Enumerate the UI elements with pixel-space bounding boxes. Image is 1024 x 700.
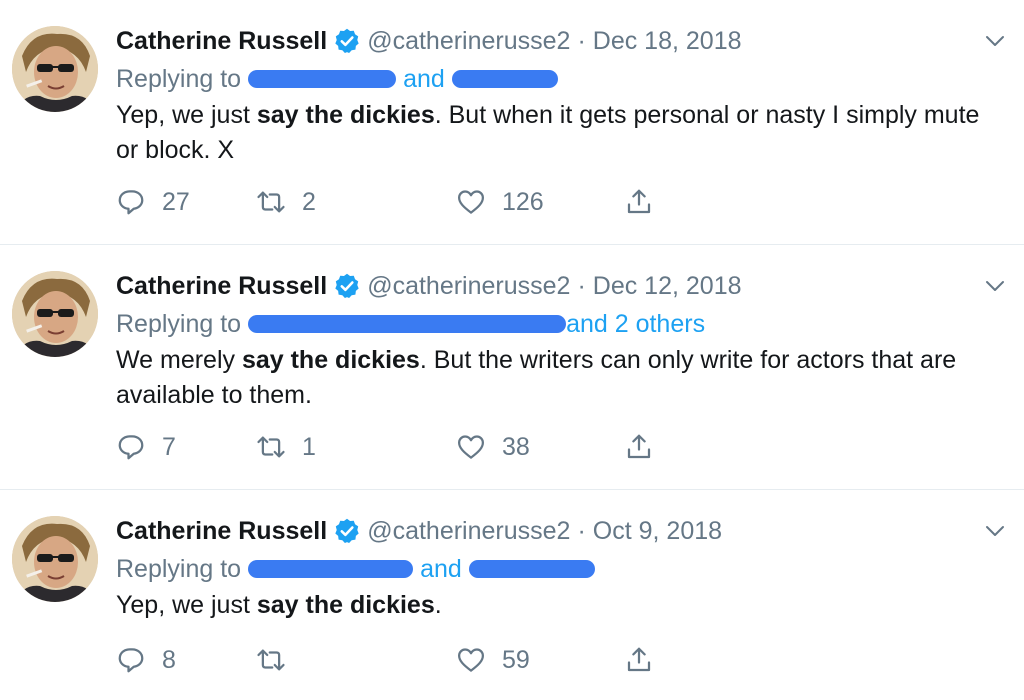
share-icon [627, 434, 651, 459]
reply-icon [118, 648, 144, 673]
tweet-actions: 27 2 126 [116, 184, 676, 220]
user-handle[interactable]: @catherinerusse2 [367, 27, 570, 56]
heart-icon [458, 190, 484, 214]
heart-icon [458, 648, 484, 672]
tweet[interactable]: Catherine Russell @catherinerusse2 · Oct… [0, 490, 1024, 700]
verified-badge-icon [333, 272, 361, 300]
reply-button[interactable]: 8 [116, 642, 176, 678]
replying-to-line: Replying to and [116, 62, 558, 96]
reply-button[interactable]: 27 [116, 184, 190, 220]
redacted-mention[interactable] [248, 560, 414, 578]
share-button[interactable] [624, 429, 654, 465]
like-count: 59 [502, 645, 530, 674]
tweet-timeline: Catherine Russell @catherinerusse2 · Dec… [0, 0, 1024, 700]
tweet-actions: 8 59 [116, 642, 676, 678]
display-name[interactable]: Catherine Russell [116, 517, 327, 546]
tweet-date[interactable]: Dec 12, 2018 [593, 272, 742, 301]
reply-button[interactable]: 7 [116, 429, 176, 465]
user-handle[interactable]: @catherinerusse2 [367, 272, 570, 301]
tweet-text-part: We merely [116, 346, 242, 374]
replying-to-label: Replying to [116, 309, 242, 338]
share-button[interactable] [624, 642, 654, 678]
display-name[interactable]: Catherine Russell [116, 27, 327, 56]
reply-count: 27 [162, 187, 190, 216]
separator-dot: · [577, 26, 586, 55]
reply-icon [118, 435, 144, 460]
like-button[interactable]: 126 [456, 184, 544, 220]
replying-to-label: Replying to [116, 64, 242, 93]
share-icon [627, 189, 651, 214]
tweet-date[interactable]: Oct 9, 2018 [593, 517, 722, 546]
tweet-text-part: Yep, we just [116, 101, 257, 129]
replying-to-label: Replying to [116, 554, 242, 583]
avatar[interactable] [12, 26, 98, 112]
replying-to-others[interactable]: and 2 others [566, 310, 705, 339]
replying-to-joiner: and [403, 64, 445, 93]
heart-icon [458, 435, 484, 459]
verified-badge-icon [333, 517, 361, 545]
retweet-count: 1 [302, 432, 316, 461]
replying-to-line: Replying to and [116, 552, 595, 586]
retweet-icon [257, 191, 285, 213]
like-count: 126 [502, 187, 544, 216]
like-count: 38 [502, 432, 530, 461]
tweet-text: We merely say the dickies. But the write… [116, 343, 996, 413]
tweet-text-part: Yep, we just [116, 591, 257, 619]
tweet-actions: 7 1 38 [116, 429, 676, 465]
redacted-mention[interactable] [248, 315, 567, 333]
display-name[interactable]: Catherine Russell [116, 272, 327, 301]
redacted-mention[interactable] [451, 70, 558, 88]
avatar-image [12, 26, 98, 112]
separator-dot: · [577, 271, 586, 300]
tweet-date[interactable]: Dec 18, 2018 [593, 27, 742, 56]
like-button[interactable]: 38 [456, 429, 530, 465]
tweet-text-highlight: say the dickies [256, 101, 435, 129]
verified-badge-icon [333, 27, 361, 55]
retweet-icon [257, 436, 285, 458]
tweet-text-highlight: say the dickies [256, 591, 435, 619]
retweet-icon [257, 649, 285, 671]
retweet-button[interactable]: 2 [256, 184, 316, 220]
tweet-text-part: . [434, 591, 442, 619]
avatar[interactable] [12, 516, 98, 602]
share-icon [627, 647, 651, 672]
avatar[interactable] [12, 271, 98, 357]
chevron-down-icon[interactable] [984, 275, 1006, 297]
retweet-button[interactable]: 1 [256, 429, 316, 465]
chevron-down-icon[interactable] [984, 30, 1006, 52]
retweet-count: 2 [302, 187, 316, 216]
tweet-text: Yep, we just say the dickies. But when i… [116, 98, 996, 168]
separator-dot: · [577, 516, 586, 545]
share-button[interactable] [624, 184, 654, 220]
like-button[interactable]: 59 [456, 642, 530, 678]
retweet-button[interactable] [256, 642, 302, 678]
avatar-image [12, 271, 98, 357]
redacted-mention[interactable] [248, 70, 397, 88]
user-handle[interactable]: @catherinerusse2 [367, 517, 570, 546]
reply-count: 7 [162, 432, 176, 461]
avatar-image [12, 516, 98, 602]
tweet-header: Catherine Russell @catherinerusse2 · Dec… [116, 24, 742, 58]
tweet-header: Catherine Russell @catherinerusse2 · Oct… [116, 514, 722, 548]
redacted-mention[interactable] [468, 560, 595, 578]
reply-icon [118, 190, 144, 215]
replying-to-joiner: and [420, 554, 462, 583]
tweet[interactable]: Catherine Russell @catherinerusse2 · Dec… [0, 0, 1024, 245]
tweet[interactable]: Catherine Russell @catherinerusse2 · Dec… [0, 245, 1024, 490]
replying-to-line: Replying to and 2 others [116, 307, 705, 341]
chevron-down-icon[interactable] [984, 520, 1006, 542]
tweet-text-highlight: say the dickies [241, 346, 420, 374]
tweet-text: Yep, we just say the dickies. [116, 588, 996, 623]
reply-count: 8 [162, 645, 176, 674]
tweet-header: Catherine Russell @catherinerusse2 · Dec… [116, 269, 742, 303]
